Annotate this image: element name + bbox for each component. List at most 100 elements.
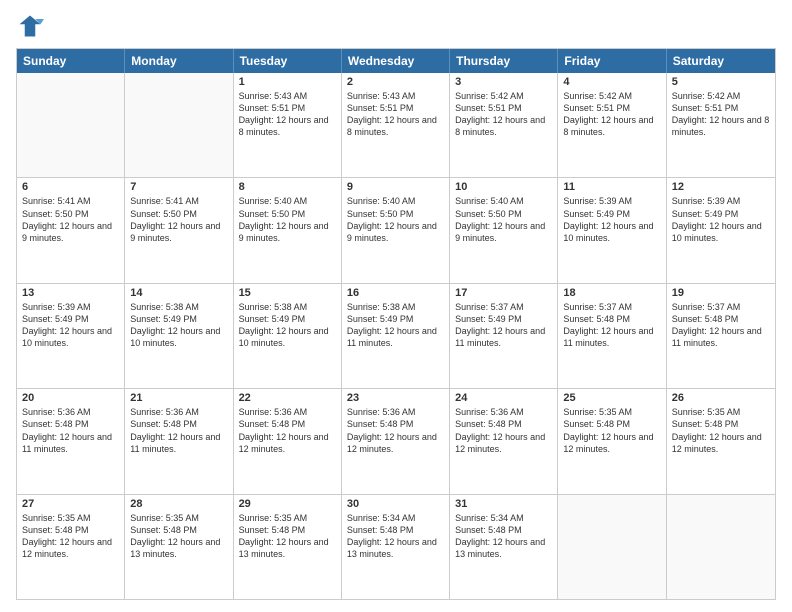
cal-header-thursday: Thursday (450, 49, 558, 73)
day-info: Sunrise: 5:40 AMSunset: 5:50 PMDaylight:… (455, 195, 552, 244)
calendar-body: 1 Sunrise: 5:43 AMSunset: 5:51 PMDaylight… (17, 73, 775, 599)
day-info: Sunrise: 5:38 AMSunset: 5:49 PMDaylight:… (239, 301, 336, 350)
day-info: Sunrise: 5:36 AMSunset: 5:48 PMDaylight:… (455, 406, 552, 455)
cal-day (17, 73, 125, 177)
day-info: Sunrise: 5:34 AMSunset: 5:48 PMDaylight:… (455, 512, 552, 561)
day-info: Sunrise: 5:35 AMSunset: 5:48 PMDaylight:… (672, 406, 770, 455)
cal-week-2: 6 Sunrise: 5:41 AMSunset: 5:50 PMDaylight… (17, 177, 775, 282)
cal-day (125, 73, 233, 177)
calendar-header-row: SundayMondayTuesdayWednesdayThursdayFrid… (17, 49, 775, 73)
cal-day: 18 Sunrise: 5:37 AMSunset: 5:48 PMDayligh… (558, 284, 666, 388)
cal-day: 6 Sunrise: 5:41 AMSunset: 5:50 PMDaylight… (17, 178, 125, 282)
day-number: 5 (672, 76, 770, 88)
cal-header-sunday: Sunday (17, 49, 125, 73)
day-info: Sunrise: 5:38 AMSunset: 5:49 PMDaylight:… (347, 301, 444, 350)
day-number: 2 (347, 76, 444, 88)
cal-day: 29 Sunrise: 5:35 AMSunset: 5:48 PMDayligh… (234, 495, 342, 599)
day-info: Sunrise: 5:39 AMSunset: 5:49 PMDaylight:… (22, 301, 119, 350)
cal-day (558, 495, 666, 599)
cal-day: 20 Sunrise: 5:36 AMSunset: 5:48 PMDayligh… (17, 389, 125, 493)
day-info: Sunrise: 5:42 AMSunset: 5:51 PMDaylight:… (563, 90, 660, 139)
cal-day: 19 Sunrise: 5:37 AMSunset: 5:48 PMDayligh… (667, 284, 775, 388)
cal-day: 14 Sunrise: 5:38 AMSunset: 5:49 PMDayligh… (125, 284, 233, 388)
cal-day: 8 Sunrise: 5:40 AMSunset: 5:50 PMDaylight… (234, 178, 342, 282)
day-number: 16 (347, 287, 444, 299)
cal-day: 26 Sunrise: 5:35 AMSunset: 5:48 PMDayligh… (667, 389, 775, 493)
day-info: Sunrise: 5:36 AMSunset: 5:48 PMDaylight:… (22, 406, 119, 455)
day-info: Sunrise: 5:41 AMSunset: 5:50 PMDaylight:… (130, 195, 227, 244)
cal-day: 1 Sunrise: 5:43 AMSunset: 5:51 PMDaylight… (234, 73, 342, 177)
day-number: 26 (672, 392, 770, 404)
cal-day: 24 Sunrise: 5:36 AMSunset: 5:48 PMDayligh… (450, 389, 558, 493)
day-info: Sunrise: 5:40 AMSunset: 5:50 PMDaylight:… (239, 195, 336, 244)
day-info: Sunrise: 5:37 AMSunset: 5:48 PMDaylight:… (672, 301, 770, 350)
day-number: 25 (563, 392, 660, 404)
day-info: Sunrise: 5:38 AMSunset: 5:49 PMDaylight:… (130, 301, 227, 350)
day-number: 8 (239, 181, 336, 193)
day-number: 12 (672, 181, 770, 193)
day-number: 7 (130, 181, 227, 193)
cal-day: 15 Sunrise: 5:38 AMSunset: 5:49 PMDayligh… (234, 284, 342, 388)
cal-day: 21 Sunrise: 5:36 AMSunset: 5:48 PMDayligh… (125, 389, 233, 493)
day-number: 28 (130, 498, 227, 510)
cal-week-4: 20 Sunrise: 5:36 AMSunset: 5:48 PMDayligh… (17, 388, 775, 493)
day-number: 14 (130, 287, 227, 299)
day-number: 9 (347, 181, 444, 193)
day-number: 24 (455, 392, 552, 404)
cal-day: 30 Sunrise: 5:34 AMSunset: 5:48 PMDayligh… (342, 495, 450, 599)
cal-day: 9 Sunrise: 5:40 AMSunset: 5:50 PMDaylight… (342, 178, 450, 282)
day-number: 22 (239, 392, 336, 404)
day-number: 1 (239, 76, 336, 88)
day-number: 15 (239, 287, 336, 299)
day-info: Sunrise: 5:37 AMSunset: 5:48 PMDaylight:… (563, 301, 660, 350)
page: SundayMondayTuesdayWednesdayThursdayFrid… (0, 0, 792, 612)
day-number: 17 (455, 287, 552, 299)
calendar: SundayMondayTuesdayWednesdayThursdayFrid… (16, 48, 776, 600)
day-info: Sunrise: 5:43 AMSunset: 5:51 PMDaylight:… (239, 90, 336, 139)
day-info: Sunrise: 5:35 AMSunset: 5:48 PMDaylight:… (239, 512, 336, 561)
day-number: 20 (22, 392, 119, 404)
day-info: Sunrise: 5:39 AMSunset: 5:49 PMDaylight:… (563, 195, 660, 244)
cal-week-1: 1 Sunrise: 5:43 AMSunset: 5:51 PMDaylight… (17, 73, 775, 177)
day-number: 23 (347, 392, 444, 404)
day-info: Sunrise: 5:40 AMSunset: 5:50 PMDaylight:… (347, 195, 444, 244)
day-number: 29 (239, 498, 336, 510)
day-number: 6 (22, 181, 119, 193)
cal-day: 25 Sunrise: 5:35 AMSunset: 5:48 PMDayligh… (558, 389, 666, 493)
cal-day: 13 Sunrise: 5:39 AMSunset: 5:49 PMDayligh… (17, 284, 125, 388)
cal-header-friday: Friday (558, 49, 666, 73)
day-info: Sunrise: 5:39 AMSunset: 5:49 PMDaylight:… (672, 195, 770, 244)
cal-header-tuesday: Tuesday (234, 49, 342, 73)
cal-day: 4 Sunrise: 5:42 AMSunset: 5:51 PMDaylight… (558, 73, 666, 177)
cal-header-saturday: Saturday (667, 49, 775, 73)
day-number: 4 (563, 76, 660, 88)
cal-day (667, 495, 775, 599)
day-number: 31 (455, 498, 552, 510)
day-info: Sunrise: 5:36 AMSunset: 5:48 PMDaylight:… (130, 406, 227, 455)
day-number: 21 (130, 392, 227, 404)
cal-day: 12 Sunrise: 5:39 AMSunset: 5:49 PMDayligh… (667, 178, 775, 282)
day-number: 18 (563, 287, 660, 299)
cal-header-wednesday: Wednesday (342, 49, 450, 73)
day-number: 30 (347, 498, 444, 510)
cal-day: 31 Sunrise: 5:34 AMSunset: 5:48 PMDayligh… (450, 495, 558, 599)
day-info: Sunrise: 5:36 AMSunset: 5:48 PMDaylight:… (347, 406, 444, 455)
cal-day: 10Sunrise: 5:40 AMSunset: 5:50 PMDayligh… (450, 178, 558, 282)
day-number: 13 (22, 287, 119, 299)
day-info: Sunrise: 5:34 AMSunset: 5:48 PMDaylight:… (347, 512, 444, 561)
cal-week-5: 27Sunrise: 5:35 AMSunset: 5:48 PMDayligh… (17, 494, 775, 599)
logo (16, 12, 48, 40)
cal-day: 16 Sunrise: 5:38 AMSunset: 5:49 PMDayligh… (342, 284, 450, 388)
day-info: Sunrise: 5:35 AMSunset: 5:48 PMDaylight:… (563, 406, 660, 455)
day-info: Sunrise: 5:36 AMSunset: 5:48 PMDaylight:… (239, 406, 336, 455)
cal-header-monday: Monday (125, 49, 233, 73)
cal-day: 22 Sunrise: 5:36 AMSunset: 5:48 PMDayligh… (234, 389, 342, 493)
day-number: 3 (455, 76, 552, 88)
cal-day: 5Sunrise: 5:42 AMSunset: 5:51 PMDaylight… (667, 73, 775, 177)
day-number: 19 (672, 287, 770, 299)
cal-day: 3Sunrise: 5:42 AMSunset: 5:51 PMDaylight… (450, 73, 558, 177)
day-info: Sunrise: 5:37 AMSunset: 5:49 PMDaylight:… (455, 301, 552, 350)
cal-day: 11Sunrise: 5:39 AMSunset: 5:49 PMDayligh… (558, 178, 666, 282)
day-info: Sunrise: 5:41 AMSunset: 5:50 PMDaylight:… (22, 195, 119, 244)
logo-icon (16, 12, 44, 40)
